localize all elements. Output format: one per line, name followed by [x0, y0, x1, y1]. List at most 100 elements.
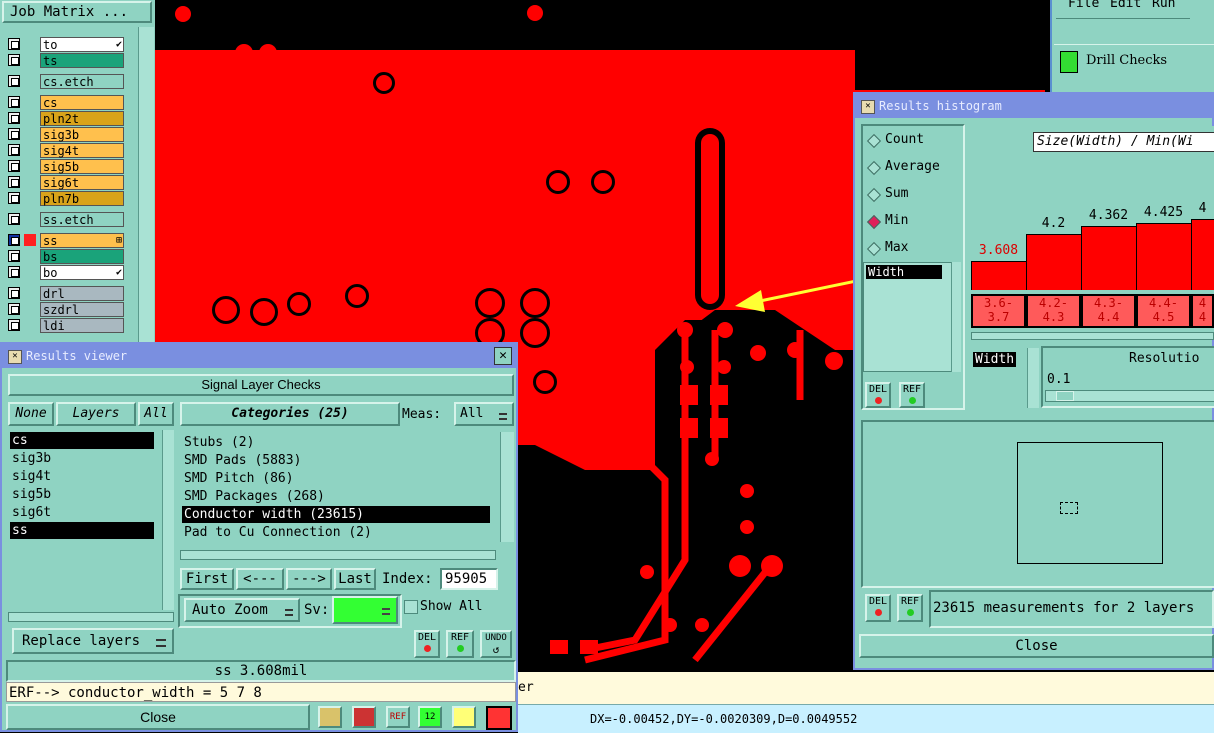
command-line[interactable]: ERF--> conductor_width = 5 7 8 — [6, 682, 516, 702]
layer-visibility-checkbox[interactable] — [8, 213, 20, 225]
layer-list-item[interactable]: ss — [10, 522, 154, 539]
layers-stack-icon[interactable] — [318, 706, 342, 728]
mode-list-scrollbar[interactable] — [951, 262, 961, 372]
layer-visibility-checkbox[interactable] — [8, 234, 20, 246]
layer-visibility-checkbox[interactable] — [8, 266, 20, 278]
viewer-del-button[interactable]: DEL — [414, 630, 440, 658]
layer-visibility-checkbox[interactable] — [8, 250, 20, 262]
signal-layer-checks-header[interactable]: Signal Layer Checks — [8, 374, 514, 396]
layer-row[interactable]: pln2t — [6, 111, 124, 126]
sv-color-dropdown[interactable] — [332, 596, 398, 624]
layers-all-button[interactable]: All — [138, 402, 174, 426]
viewer-undo-button[interactable]: UNDO ↺ — [480, 630, 512, 658]
layer-visibility-checkbox[interactable] — [8, 192, 20, 204]
histogram-close-button[interactable]: Close — [859, 634, 1214, 658]
layer-row[interactable]: cs — [6, 95, 124, 110]
histogram-bar[interactable] — [971, 261, 1026, 290]
layer-list-item[interactable]: sig3b — [10, 450, 154, 467]
index-input[interactable]: 95905 — [440, 568, 498, 590]
histogram-del-button-2[interactable]: DEL — [865, 594, 891, 622]
layer-row[interactable]: sig5b — [6, 159, 124, 174]
job-matrix-button[interactable]: Job Matrix ... — [2, 1, 152, 23]
layer-row[interactable]: to ✔ — [6, 37, 124, 52]
auto-zoom-dropdown[interactable]: Auto Zoom — [184, 598, 300, 622]
width-field[interactable]: Width — [971, 350, 1031, 408]
next-button[interactable]: ---> — [286, 568, 332, 590]
show-all-checkbox[interactable] — [404, 600, 418, 614]
histogram-bar[interactable] — [1191, 219, 1214, 290]
histogram-ref-button[interactable]: REF — [899, 382, 925, 408]
histogram-bar[interactable] — [1136, 223, 1191, 290]
category-list-item[interactable]: SMD Pads (5883) — [182, 452, 490, 469]
close-x-icon[interactable]: ✕ — [861, 100, 875, 114]
layer-row[interactable]: bs — [6, 249, 124, 264]
viewer-titlebar[interactable]: ✕ Results viewer ✕ — [2, 344, 516, 368]
layer-row[interactable]: ldi — [6, 318, 124, 333]
viewer-menu-icon[interactable]: ✕ — [8, 350, 22, 364]
mode-radio-max[interactable]: Max — [866, 240, 961, 258]
first-button[interactable]: First — [180, 568, 234, 590]
layers-none-button[interactable]: None — [8, 402, 54, 426]
layer-list-item[interactable]: cs — [10, 432, 154, 449]
layer-visibility-checkbox[interactable] — [8, 287, 20, 299]
layers-header[interactable]: Layers — [56, 402, 136, 426]
layer-list-item[interactable]: sig5b — [10, 486, 154, 503]
layer-row[interactable]: pln7b — [6, 191, 124, 206]
layer-visibility-checkbox[interactable] — [8, 96, 20, 108]
categories-scrollbar[interactable] — [500, 432, 514, 542]
category-list-item[interactable]: SMD Pitch (86) — [182, 470, 490, 487]
layer-visibility-checkbox[interactable] — [8, 75, 20, 87]
layers-hscrollbar[interactable] — [8, 612, 174, 622]
viewer-ref-button[interactable]: REF — [446, 630, 474, 658]
layer-row[interactable]: sig6t — [6, 175, 124, 190]
mode-radio-average[interactable]: Average — [866, 159, 961, 177]
job-matrix-scrollbar[interactable] — [138, 27, 154, 347]
histogram-bar[interactable] — [1026, 234, 1081, 290]
close-icon[interactable]: ✕ — [494, 347, 512, 365]
viewer-close-button[interactable]: Close — [6, 704, 310, 730]
resolution-slider-thumb[interactable] — [1056, 391, 1074, 401]
layer-visibility-checkbox[interactable] — [8, 38, 20, 50]
menu-file[interactable]: File — [1068, 0, 1099, 11]
category-list-item[interactable]: SMD Packages (268) — [182, 488, 490, 505]
replace-layers-dropdown[interactable]: Replace layers — [12, 628, 174, 654]
category-list-item[interactable]: Conductor width (23615) — [182, 506, 490, 523]
layer-row[interactable]: ts — [6, 53, 124, 68]
histogram-ref-button-2[interactable]: REF — [897, 594, 923, 622]
ref-crossed-icon[interactable]: REF — [386, 706, 410, 728]
histogram-titlebar[interactable]: ✕ Results histogram — [855, 94, 1212, 118]
width-scrollbar[interactable] — [1027, 348, 1039, 408]
graph-view-icon[interactable] — [352, 706, 376, 728]
layers-scrollbar[interactable] — [162, 430, 174, 610]
layer-visibility-checkbox[interactable] — [8, 303, 20, 315]
meas-dropdown[interactable]: All — [454, 402, 514, 426]
mode-list-item[interactable]: Width — [866, 265, 942, 279]
drill-checks-item[interactable]: Drill Checks — [1054, 44, 1214, 79]
mode-radio-count[interactable]: Count — [866, 132, 961, 150]
layer-row[interactable]: drl — [6, 286, 124, 301]
chart-hscrollbar[interactable] — [971, 332, 1214, 340]
layer-visibility-checkbox[interactable] — [8, 128, 20, 140]
layer-row[interactable]: ss ⊞ — [6, 233, 124, 248]
menu-edit[interactable]: Edit — [1110, 0, 1141, 11]
layer-row[interactable]: sig4t — [6, 143, 124, 158]
layer-visibility-checkbox[interactable] — [8, 54, 20, 66]
report-icon[interactable] — [452, 706, 476, 728]
categories-hscrollbar[interactable] — [180, 550, 496, 560]
layer-row[interactable]: bo ✔ — [6, 265, 124, 280]
histogram-bar[interactable] — [1081, 226, 1136, 290]
resolution-slider[interactable] — [1045, 390, 1214, 402]
category-list-item[interactable]: Pad to Cu Connection (2) — [182, 524, 490, 541]
layer-row[interactable]: cs.etch — [6, 74, 124, 89]
layer-visibility-checkbox[interactable] — [8, 144, 20, 156]
last-button[interactable]: Last — [334, 568, 376, 590]
prev-button[interactable]: <--- — [236, 568, 284, 590]
categories-header[interactable]: Categories (25) — [180, 402, 400, 426]
histogram-del-button[interactable]: DEL — [865, 382, 891, 408]
layer-row[interactable]: szdrl — [6, 302, 124, 317]
step-twelve-icon[interactable]: 12 — [418, 706, 442, 728]
layer-list-item[interactable]: sig6t — [10, 504, 154, 521]
layer-visibility-checkbox[interactable] — [8, 160, 20, 172]
layer-row[interactable]: ss.etch — [6, 212, 124, 227]
menu-run[interactable]: Run — [1152, 0, 1175, 11]
